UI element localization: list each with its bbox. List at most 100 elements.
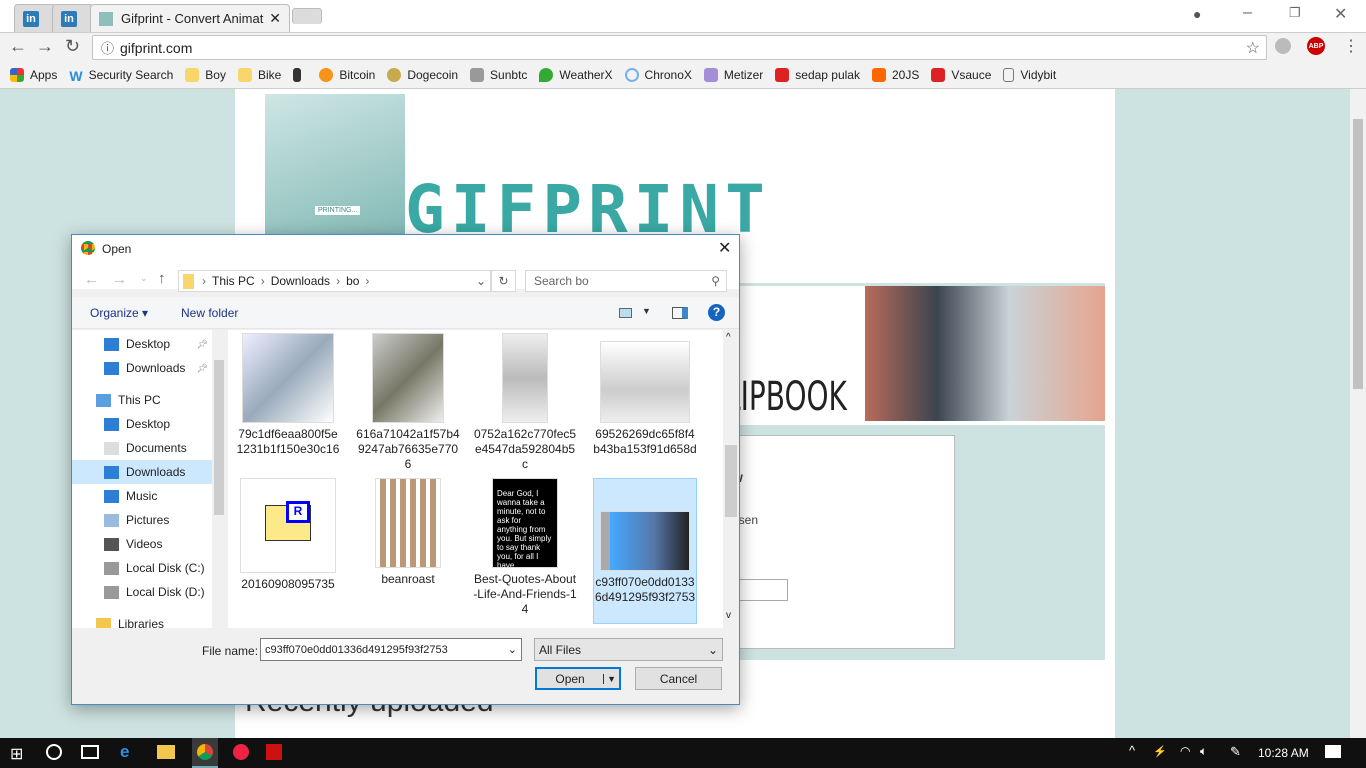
bookmark-dogecoin[interactable]: Dogecoin xyxy=(387,68,458,82)
edge-icon[interactable]: e xyxy=(120,742,129,762)
cancel-button[interactable]: Cancel xyxy=(635,667,722,690)
nav-item-pictures[interactable]: Pictures xyxy=(72,508,212,532)
bookmark-sunbtc[interactable]: Sunbtc xyxy=(470,68,527,82)
pen-icon[interactable]: ✎ xyxy=(1230,744,1241,760)
back-nav-button[interactable]: ← xyxy=(84,271,99,288)
nav-item-documents[interactable]: Documents xyxy=(72,436,212,460)
action-center-icon[interactable] xyxy=(1325,745,1341,758)
bookmark-weatherx[interactable]: WeatherX xyxy=(539,68,613,82)
page-scrollbar[interactable] xyxy=(1350,89,1366,738)
file-explorer-icon[interactable] xyxy=(157,745,175,759)
address-bar[interactable]: ⓘ gifprint.com ☆ xyxy=(92,35,1267,60)
nav-item-downloads[interactable]: Downloads xyxy=(72,460,212,484)
chevron-down-icon[interactable]: ⌄ xyxy=(476,274,486,288)
bookmark-apps[interactable]: Apps xyxy=(10,68,57,82)
recent-locations-button[interactable]: ⌄ xyxy=(140,273,148,284)
scroll-thumb[interactable] xyxy=(214,360,224,515)
tab-gifprint[interactable]: Gifprint - Convert Animat ✕ xyxy=(90,4,290,32)
breadcrumb-this-pc[interactable]: This PC xyxy=(212,274,255,288)
task-view-icon[interactable] xyxy=(81,745,99,759)
clock[interactable]: 10:28 AM xyxy=(1258,746,1309,760)
scroll-up-icon[interactable]: ^ xyxy=(726,332,731,343)
chevron-down-icon[interactable]: ⌄ xyxy=(508,643,517,656)
nav-item-local-disk-c-[interactable]: Local Disk (C:) xyxy=(72,556,212,580)
forward-nav-button[interactable]: → xyxy=(112,271,127,288)
breadcrumb-bo[interactable]: bo xyxy=(346,274,359,288)
scroll-down-icon[interactable]: v xyxy=(726,610,731,621)
view-dropdown-icon[interactable]: ▼ xyxy=(642,306,651,316)
nav-item-downloads[interactable]: Downloads 📌︎ xyxy=(72,356,212,380)
file-item[interactable]: R 20160908095735 xyxy=(236,478,340,592)
bookmark-bike[interactable]: Bike xyxy=(237,68,281,82)
new-folder-button[interactable]: New folder xyxy=(181,306,238,320)
scroll-thumb[interactable] xyxy=(725,445,737,517)
volume-icon[interactable]: 🔈︎ xyxy=(1200,744,1207,759)
close-window-button[interactable]: ✕ xyxy=(1334,4,1347,24)
file-item[interactable]: 79c1df6eaa800f5e1231b1f150e30c16 xyxy=(236,333,340,457)
menu-icon[interactable]: ⋮ xyxy=(1343,36,1359,56)
nav-item-this-pc[interactable]: This PC xyxy=(72,388,212,412)
file-scrollbar[interactable]: ^ v xyxy=(723,330,739,628)
breadcrumb-downloads[interactable]: Downloads xyxy=(271,274,330,288)
preview-pane-icon[interactable] xyxy=(672,307,688,319)
extension-icon[interactable] xyxy=(1275,38,1291,54)
file-item[interactable]: 69526269dc65f8f4b43ba153f91d658d xyxy=(593,333,697,457)
reload-button[interactable]: ↻ xyxy=(65,36,80,57)
nav-scrollbar[interactable] xyxy=(212,330,226,628)
view-options-icon[interactable] xyxy=(619,308,632,318)
organize-button[interactable]: Organize ▾ xyxy=(90,306,148,320)
nav-item-local-disk-d-[interactable]: Local Disk (D:) xyxy=(72,580,212,604)
wifi-icon[interactable]: ◠ xyxy=(1180,744,1190,758)
close-dialog-button[interactable]: ✕ xyxy=(718,238,731,258)
battery-icon[interactable]: ⚡ xyxy=(1153,745,1167,758)
file-item[interactable]: 616a71042a1f57b49247ab76635e7706 xyxy=(356,333,460,472)
new-tab-button[interactable] xyxy=(292,8,322,24)
tab-linkedin-2[interactable]: in xyxy=(52,4,94,32)
bookmark-joystick[interactable] xyxy=(293,68,307,82)
nav-item-desktop[interactable]: Desktop xyxy=(72,412,212,436)
close-tab-icon[interactable]: ✕ xyxy=(269,10,281,27)
profile-icon[interactable]: ● xyxy=(1193,6,1201,22)
file-item[interactable]: Dear God, I wanna take a minute, not to … xyxy=(473,478,577,617)
help-icon[interactable]: ? xyxy=(708,304,725,321)
file-item[interactable]: c93ff070e0dd01336d491295f93f2753 xyxy=(593,478,697,624)
bookmark-metizer[interactable]: Metizer xyxy=(703,68,763,82)
bookmark-vsauce[interactable]: Vsauce xyxy=(931,68,991,82)
nav-item-libraries[interactable]: Libraries xyxy=(72,612,212,628)
file-type-select[interactable]: All Files ⌄ xyxy=(534,638,723,661)
tab-linkedin-1[interactable]: in xyxy=(14,4,56,32)
bookmark-20js[interactable]: 20JS xyxy=(871,68,919,82)
bookmark-security-search[interactable]: W Security Search xyxy=(69,68,173,84)
printer-logo-image: PRINTING... xyxy=(265,94,405,244)
scroll-thumb[interactable] xyxy=(1353,119,1363,389)
bookmark-boy[interactable]: Boy xyxy=(185,68,226,82)
windows-start-icon[interactable]: ⊞ xyxy=(10,744,23,764)
open-dropdown-icon[interactable]: ▼ xyxy=(603,673,619,684)
minimize-button[interactable]: – xyxy=(1243,4,1252,22)
breadcrumb[interactable]: › This PC › Downloads › bo › ⌄ xyxy=(178,270,491,292)
bookmark-vidybit[interactable]: Vidybit xyxy=(1003,68,1056,82)
up-button[interactable]: ↑ xyxy=(158,270,166,287)
bookmark-star-icon[interactable]: ☆ xyxy=(1246,38,1260,58)
file-item[interactable]: 0752a162c770fec5e4547da592804b5c xyxy=(473,333,577,472)
acrobat-icon[interactable] xyxy=(266,744,282,760)
file-name-input[interactable]: c93ff070e0dd01336d491295f93f2753 ⌄ xyxy=(260,638,522,661)
open-button[interactable]: Open ▼ xyxy=(535,667,621,690)
nav-item-music[interactable]: Music xyxy=(72,484,212,508)
bookmark-sedap-pulak[interactable]: sedap pulak xyxy=(775,68,860,82)
itunes-icon[interactable] xyxy=(233,744,249,760)
search-input[interactable]: Search bo ⚲ xyxy=(525,270,727,292)
cortana-icon[interactable] xyxy=(46,744,62,760)
chrome-taskbar-button[interactable] xyxy=(192,738,218,768)
nav-item-videos[interactable]: Videos xyxy=(72,532,212,556)
restore-button[interactable]: ❐ xyxy=(1289,5,1301,21)
nav-item-desktop[interactable]: Desktop 📌︎ xyxy=(72,332,212,356)
forward-button[interactable]: → xyxy=(36,36,54,57)
file-item[interactable]: beanroast xyxy=(356,478,460,587)
bookmark-chronox[interactable]: ChronoX xyxy=(624,68,692,82)
back-button[interactable]: ← xyxy=(9,36,27,57)
adblock-icon[interactable]: ABP xyxy=(1307,37,1325,55)
refresh-button[interactable]: ↻ xyxy=(491,270,516,292)
bookmark-bitcoin[interactable]: Bitcoin xyxy=(319,68,375,82)
show-hidden-icons[interactable]: ^ xyxy=(1129,743,1135,758)
